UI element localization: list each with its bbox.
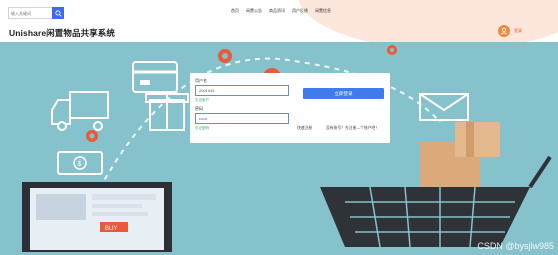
avatar[interactable] <box>498 25 510 37</box>
nav-item-idle-notice[interactable]: 闲置公告 <box>246 8 262 14</box>
top-header: Unishare闲置物品共享系统 首页 闲置公告 商品资讯 用户反馈 闲置信息 … <box>0 0 558 42</box>
search-icon <box>54 9 62 17</box>
search-bar <box>8 7 64 19</box>
no-account-link[interactable]: 没有账号？先注册—个账户吧！ <box>326 126 379 131</box>
mail-icon <box>419 93 469 121</box>
username-input[interactable] <box>195 85 289 96</box>
nav-item-feedback[interactable]: 用户反馈 <box>292 8 308 14</box>
nav-item-home[interactable]: 首页 <box>231 8 239 14</box>
buy-tag: BUY <box>105 226 117 232</box>
user-menu[interactable]: 登录 <box>498 25 522 37</box>
login-button[interactable]: 立即登录 <box>303 88 384 99</box>
forgot-password-link[interactable]: 忘记密码 <box>195 126 209 131</box>
search-button[interactable] <box>52 7 64 19</box>
register-link[interactable]: 快速注册 <box>297 126 312 131</box>
login-form: 用户名 忘记用户 密码 忘记密码 立即登录 快速注册 没有账号？先注册—个账户吧… <box>190 73 390 143</box>
username-label: 用户名 <box>195 78 207 83</box>
search-input[interactable] <box>8 7 52 19</box>
site-title: Unishare闲置物品共享系统 <box>9 28 115 38</box>
password-input[interactable] <box>195 113 289 124</box>
main-nav: 首页 闲置公告 商品资讯 用户反馈 闲置信息 <box>231 8 331 14</box>
forgot-username-link[interactable]: 忘记用户 <box>195 98 209 103</box>
gift-icon <box>145 93 189 131</box>
login-link[interactable]: 登录 <box>514 28 522 34</box>
nav-item-idle-info[interactable]: 闲置信息 <box>315 8 331 14</box>
svg-text:$: $ <box>78 161 82 168</box>
credit-card-icon <box>132 61 178 93</box>
truck-icon <box>51 91 109 131</box>
money-icon: $ <box>57 151 103 175</box>
password-label: 密码 <box>195 106 203 111</box>
nav-item-product-news[interactable]: 商品资讯 <box>269 8 285 14</box>
laptop-icon: BUY <box>22 182 172 252</box>
watermark: CSDN @bysjlw985 <box>477 241 554 251</box>
user-icon <box>500 27 508 35</box>
